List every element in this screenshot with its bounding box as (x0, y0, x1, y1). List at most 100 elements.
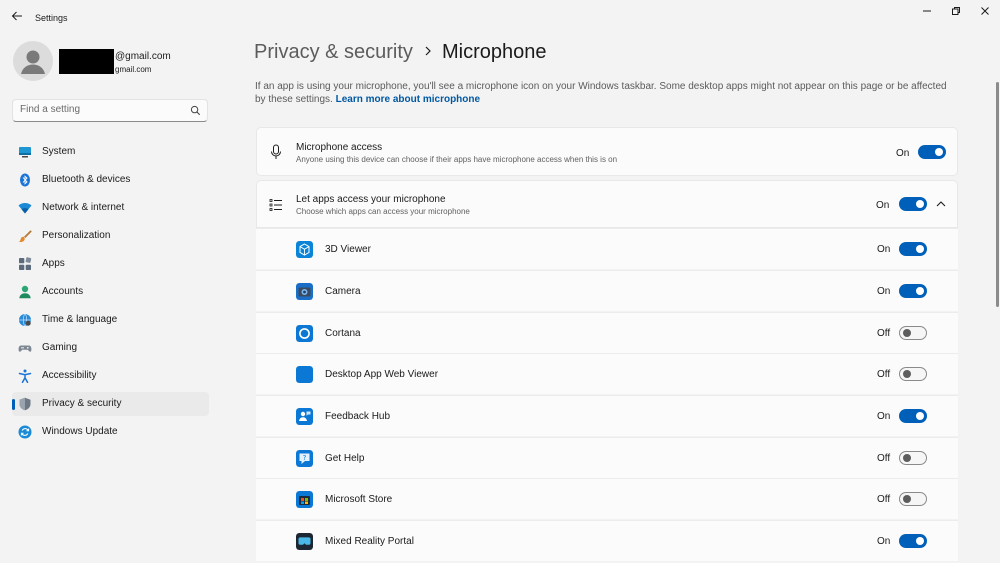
sidebar-item-time-language[interactable]: Time & language (12, 308, 209, 332)
sidebar-item-gaming[interactable]: Gaming (12, 336, 209, 360)
let-apps-access-toggle[interactable] (899, 197, 927, 211)
app-name: Microsoft Store (325, 494, 393, 505)
app-state: On (877, 286, 891, 297)
accounts-icon (19, 285, 31, 299)
breadcrumb-parent[interactable]: Privacy & security (254, 41, 413, 64)
sidebar-item-apps[interactable]: Apps (12, 252, 209, 276)
vertical-scrollbar[interactable] (996, 82, 999, 307)
app-toggle-mixed-reality-portal[interactable] (899, 534, 927, 548)
app-state: On (877, 244, 891, 255)
toggle-knob (903, 454, 911, 462)
restore-button[interactable] (941, 0, 971, 22)
app-row-feedback-hub: Feedback Hub On (256, 395, 958, 436)
list-icon (269, 199, 282, 211)
app-state: On (877, 536, 891, 547)
svg-text:?: ? (303, 454, 307, 462)
bluetooth-icon (20, 173, 30, 187)
app-toggle-3d-viewer[interactable] (899, 242, 927, 256)
toggle-knob (903, 329, 911, 337)
sidebar-item-label: System (42, 146, 76, 157)
search-icon[interactable] (190, 105, 201, 116)
accessibility-icon (18, 369, 32, 383)
app-row-mixed-reality-portal: Mixed Reality Portal On (256, 520, 958, 561)
shield-icon (19, 397, 31, 411)
sidebar-item-label: Windows Update (42, 426, 118, 437)
microphone-icon (271, 144, 281, 159)
restore-icon (952, 7, 960, 15)
let-apps-access-subtitle: Choose which apps can access your microp… (296, 207, 470, 216)
window-title: Settings (35, 13, 68, 23)
apps-icon (19, 257, 32, 270)
network-icon (18, 203, 32, 214)
avatar[interactable] (13, 41, 53, 81)
search-input[interactable] (20, 104, 180, 115)
toggle-knob (903, 495, 911, 503)
app-row-get-help: ? Get Help Off (256, 437, 958, 478)
app-name: Desktop App Web Viewer (325, 369, 439, 380)
app-state: Off (877, 328, 891, 339)
sidebar-item-accessibility[interactable]: Accessibility (12, 364, 209, 388)
globe-icon (19, 313, 31, 327)
app-toggle-get-help[interactable] (899, 451, 927, 465)
sidebar-item-system[interactable]: System (12, 140, 209, 164)
toggle-knob (903, 370, 911, 378)
feedback-hub-icon (296, 408, 313, 425)
learn-more-link[interactable]: Learn more about microphone (336, 94, 480, 105)
back-button[interactable] (8, 7, 26, 25)
sidebar-item-network[interactable]: Network & internet (12, 196, 209, 220)
page-title: Microphone (442, 41, 547, 63)
microphone-access-toggle[interactable] (918, 145, 946, 159)
sidebar-item-label: Gaming (42, 342, 78, 353)
app-row-cortana: Cortana Off (256, 312, 958, 353)
sidebar-item-label: Privacy & security (42, 398, 122, 409)
app-toggle-camera[interactable] (899, 284, 927, 298)
title-bar: Settings (0, 0, 1000, 32)
microphone-access-subtitle: Anyone using this device can choose if t… (296, 155, 618, 164)
sidebar-item-windows-update[interactable]: Windows Update (12, 420, 209, 444)
sidebar-item-personalization[interactable]: Personalization (12, 224, 209, 248)
app-name: Get Help (325, 453, 365, 464)
get-help-icon: ? (296, 450, 313, 467)
brush-icon (18, 230, 32, 242)
app-toggle-microsoft-store[interactable] (899, 492, 927, 506)
sidebar-item-label: Personalization (42, 230, 111, 241)
system-icon (19, 147, 31, 158)
sidebar-item-bluetooth[interactable]: Bluetooth & devices (12, 168, 209, 192)
app-state: Off (877, 453, 891, 464)
app-row-camera: Camera On (256, 270, 958, 311)
toggle-knob (916, 200, 924, 208)
toggle-knob (916, 287, 924, 295)
close-button[interactable] (970, 0, 1000, 22)
app-name: Camera (325, 286, 361, 297)
sidebar-item-label: Time & language (42, 314, 118, 325)
gamepad-icon (18, 345, 32, 352)
app-name: Mixed Reality Portal (325, 536, 414, 547)
app-name: Cortana (325, 328, 361, 339)
intro-paragraph: If an app is using your microphone, you'… (255, 80, 955, 106)
update-icon (18, 425, 32, 439)
let-apps-access-card[interactable]: Let apps access your microphone Choose w… (256, 180, 958, 228)
sidebar-item-label: Bluetooth & devices (42, 174, 131, 185)
back-arrow-icon (11, 11, 22, 21)
active-indicator (12, 399, 15, 410)
app-toggle-cortana[interactable] (899, 326, 927, 340)
chevron-up-icon[interactable] (936, 200, 946, 208)
search-box[interactable] (12, 99, 208, 122)
mixed-reality-icon (296, 533, 313, 550)
microphone-access-title: Microphone access (296, 142, 383, 153)
cortana-icon (296, 325, 313, 342)
app-toggle-desktop-app-web-viewer[interactable] (899, 367, 927, 381)
chevron-right-icon (425, 46, 431, 56)
app-toggle-feedback-hub[interactable] (899, 409, 927, 423)
toggle-knob (916, 537, 924, 545)
toggle-knob (916, 245, 924, 253)
web-viewer-icon (296, 366, 313, 383)
app-row-microsoft-store: Microsoft Store Off (256, 478, 958, 519)
redacted-name (59, 49, 114, 74)
account-email: @gmail.com (115, 51, 171, 62)
sidebar-item-privacy-security[interactable]: Privacy & security (12, 392, 209, 416)
sidebar-item-accounts[interactable]: Accounts (12, 280, 209, 304)
account-email-secondary: gmail.com (115, 65, 152, 74)
minimize-button[interactable] (912, 0, 942, 22)
camera-icon (296, 283, 313, 300)
